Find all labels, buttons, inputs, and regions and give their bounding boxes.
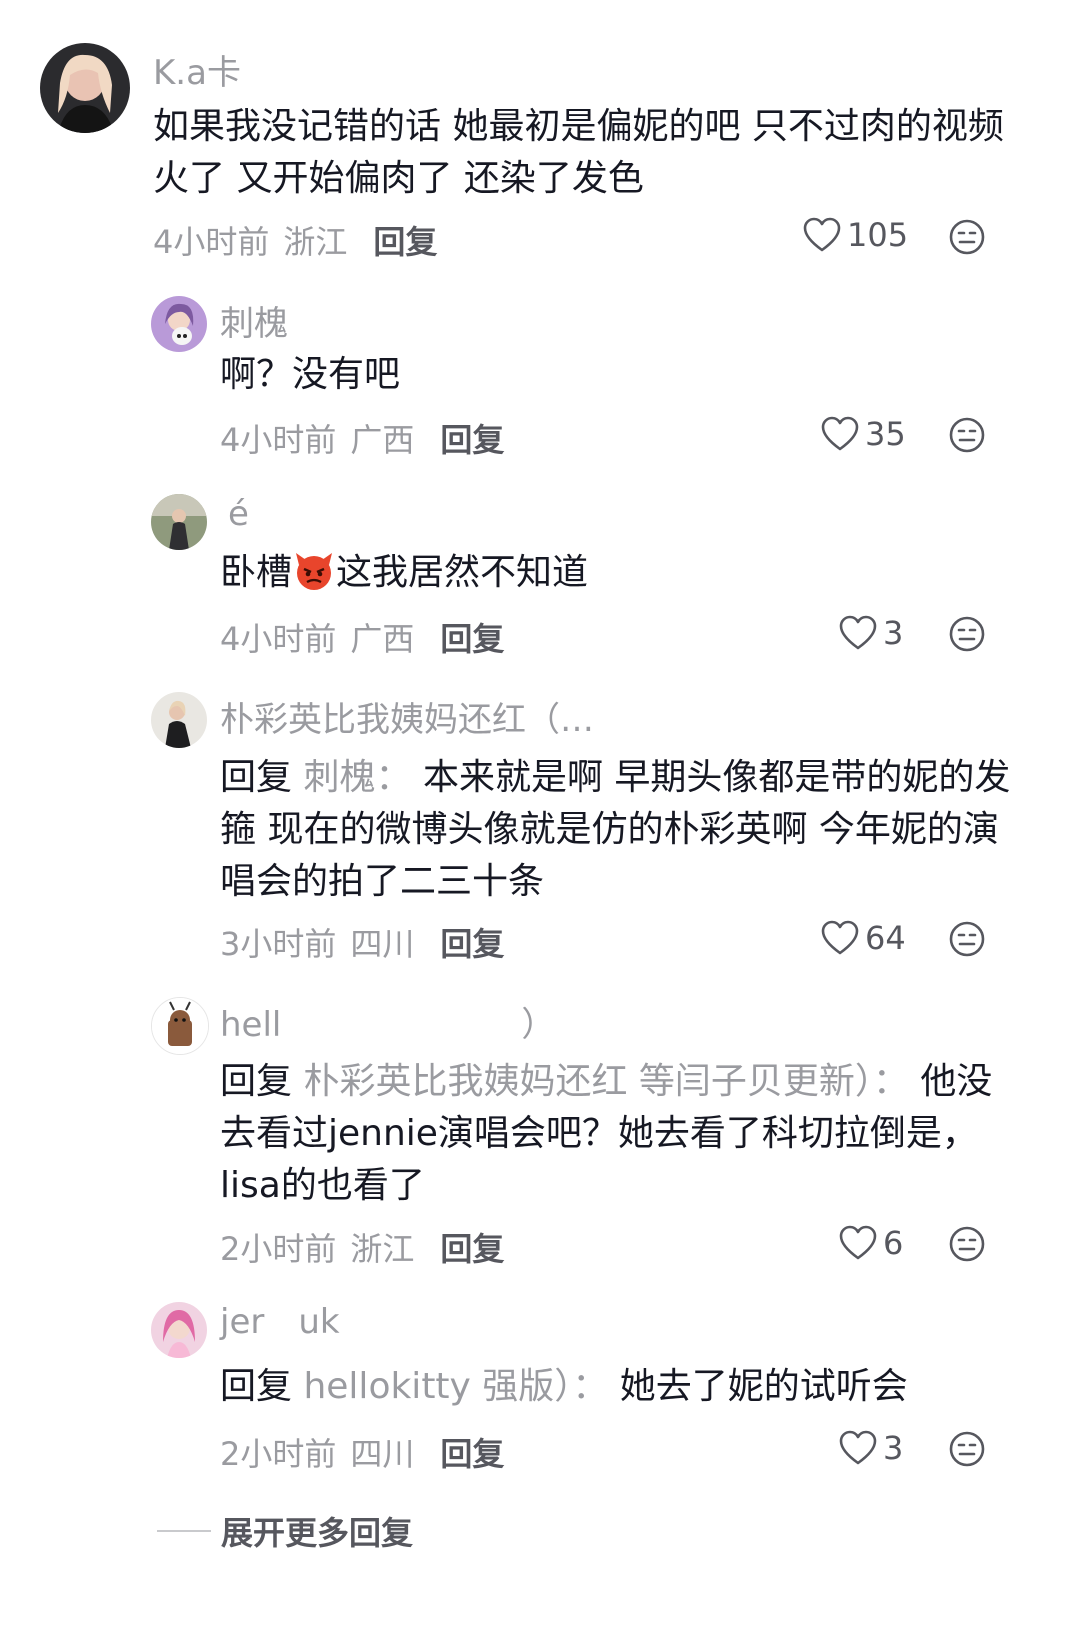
username[interactable]: K.a卡 [153,45,241,94]
like-button[interactable]: 35 [821,415,906,453]
comment-text: 回复 朴彩英比我姨妈还红 等闫子贝更新）： 他没去看过jennie演唱会吧？她去… [220,1056,1020,1212]
reply-target-username[interactable]: 朴彩英比我姨妈还红 等闫子贝更新）： [303,1061,908,1102]
comment-text: 如果我没记错的话 她最初是偏妮的吧 只不过肉的视频火了 又开始偏肉了 还染了发色 [153,106,1004,199]
username-text: uk [298,1302,340,1342]
comment-time: 2小时前 [220,1230,337,1268]
like-count: 3 [883,614,904,652]
comment-location: 浙江 [283,223,348,261]
username-text: hell [220,1005,282,1045]
avatar[interactable] [151,494,207,550]
reply-button[interactable]: 回复 [440,1435,504,1473]
expand-more-label: 展开更多回复 [221,1514,414,1552]
reply-prefix: 回复 [220,757,293,798]
emoji-face-icon[interactable] [948,615,986,653]
comment-time: 3小时前 [220,925,337,963]
reply-button[interactable]: 回复 [440,421,504,459]
avatar[interactable] [151,997,209,1055]
reply-button[interactable]: 回复 [373,223,437,261]
comment-location: 四川 [350,925,415,963]
reply-button[interactable]: 回复 [440,925,504,963]
username-text: ） [521,1005,556,1045]
like-button[interactable]: 105 [803,216,908,254]
emoji-face-icon[interactable] [948,1225,986,1263]
emoji-face-icon[interactable] [948,920,986,958]
reply-target-username[interactable]: hellokitty 强版）： [303,1366,608,1407]
comment-body: 她去了妮的试听会 [619,1366,908,1407]
comment-meta: 4小时前 浙江 回复 [153,217,437,263]
comment-text-part: 卧槽 [220,552,293,593]
reply-button[interactable]: 回复 [440,620,504,658]
username[interactable]: hell ） [220,997,555,1046]
comment-text: 回复 刺槐： 本来就是啊 早期头像都是带的妮的发箍 现在的微博头像就是仿的朴彩英… [220,752,1020,908]
avatar[interactable] [151,296,207,352]
username[interactable]: é [228,494,249,534]
emoji-face-icon[interactable] [948,1430,986,1468]
heart-outline-icon [839,1430,877,1465]
comment-time: 2小时前 [220,1435,337,1473]
like-count: 6 [883,1224,904,1262]
comment-meta: 2小时前 浙江 回复 [220,1224,504,1270]
comment-text-part: 这我居然不知道 [336,552,589,593]
comment-time: 4小时前 [153,223,270,261]
username[interactable]: 刺槐 [220,296,288,345]
reply-target-username[interactable]: 刺槐： [303,757,411,798]
comment-meta: 2小时前 四川 回复 [220,1429,504,1475]
like-button[interactable]: 6 [839,1224,903,1262]
emoji-face-icon[interactable] [948,416,986,454]
avatar[interactable] [151,1302,207,1358]
comment-location: 广西 [350,421,415,459]
reply-prefix: 回复 [220,1061,293,1102]
heart-outline-icon [839,1225,877,1260]
avatar[interactable] [40,43,130,133]
expand-more-replies[interactable]: 展开更多回复 [157,1508,413,1554]
username[interactable]: 朴彩英比我姨妈还红（… [220,692,594,741]
divider-line [157,1530,211,1532]
like-button[interactable]: 3 [839,1429,903,1467]
comment-location: 浙江 [350,1230,415,1268]
comment-time: 4小时前 [220,421,337,459]
username-text: jer [220,1302,265,1342]
avatar[interactable] [151,692,207,748]
like-count: 3 [883,1429,904,1467]
like-button[interactable]: 3 [839,614,903,652]
comment-time: 4小时前 [220,620,337,658]
comment-meta: 4小时前 广西 回复 [220,614,504,660]
heart-outline-icon [803,217,841,252]
comment-location: 四川 [350,1435,415,1473]
heart-outline-icon [821,416,859,451]
reply-prefix: 回复 [220,1366,293,1407]
username[interactable]: jer uk [220,1302,340,1342]
heart-outline-icon [839,615,877,650]
comment-text: 啊？没有吧 [220,354,401,395]
comment-location: 广西 [350,620,415,658]
like-count: 105 [847,216,909,254]
emoji-face-icon[interactable] [948,218,986,256]
comment-meta: 3小时前 四川 回复 [220,919,504,965]
like-button[interactable]: 64 [821,919,906,957]
like-count: 64 [865,919,906,957]
heart-outline-icon [821,920,859,955]
comment-text: 回复 hellokitty 强版）： 她去了妮的试听会 [220,1361,1020,1413]
like-count: 35 [865,415,906,453]
reply-button[interactable]: 回复 [440,1230,504,1268]
comment-text: 卧槽 这我居然不知道 [220,547,1000,599]
comment-meta: 4小时前 广西 回复 [220,415,504,461]
angry-devil-emoji [294,551,334,591]
